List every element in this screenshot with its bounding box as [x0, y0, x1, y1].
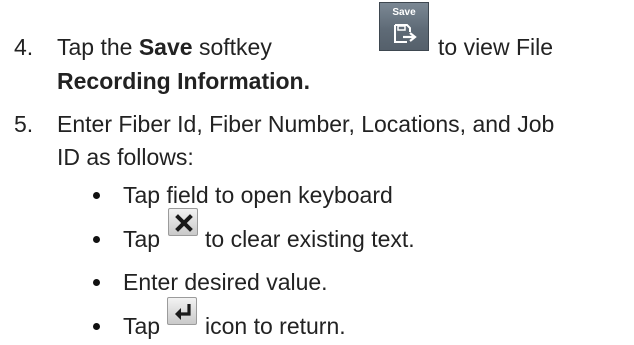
bullet-2-pre: Tap [123, 226, 161, 252]
bullet-3-text: Enter desired value. [123, 269, 328, 295]
step-4-text-post: softkey [192, 34, 272, 60]
bullet-dot [93, 192, 100, 199]
step-4-recording-info: Recording Information. [57, 68, 310, 94]
bullet-1-text: Tap field to open keyboard [123, 182, 393, 208]
step-4-text-line1: Tap the Save softkey [57, 32, 272, 62]
bullet-4-post: icon to return. [205, 313, 346, 339]
step-4-text-line2: Recording Information. [57, 66, 310, 96]
step-5-number: 5. [14, 111, 34, 137]
step-5-text-line2: ID as follows: [57, 144, 194, 170]
save-softkey-button: Save [379, 2, 429, 51]
bullet-2-post: to clear existing text. [205, 226, 415, 252]
bullet-dot [93, 323, 100, 330]
save-disk-arrow-icon [394, 24, 417, 43]
step-5-text-line1: Enter Fiber Id, Fiber Number, Locations,… [57, 111, 555, 137]
bullet-4-pre: Tap [123, 313, 161, 339]
step-4-text-after-icon: to view File [438, 34, 554, 60]
step-4-save-word: Save [138, 34, 193, 60]
bullet-dot [93, 279, 100, 286]
bullet-dot [93, 236, 100, 243]
clear-x-icon [168, 208, 198, 236]
save-softkey-label: Save [392, 7, 416, 18]
enter-return-icon [167, 297, 197, 325]
step-4-number: 4. [14, 34, 34, 60]
step-4-text-pre: Tap the [57, 34, 139, 60]
